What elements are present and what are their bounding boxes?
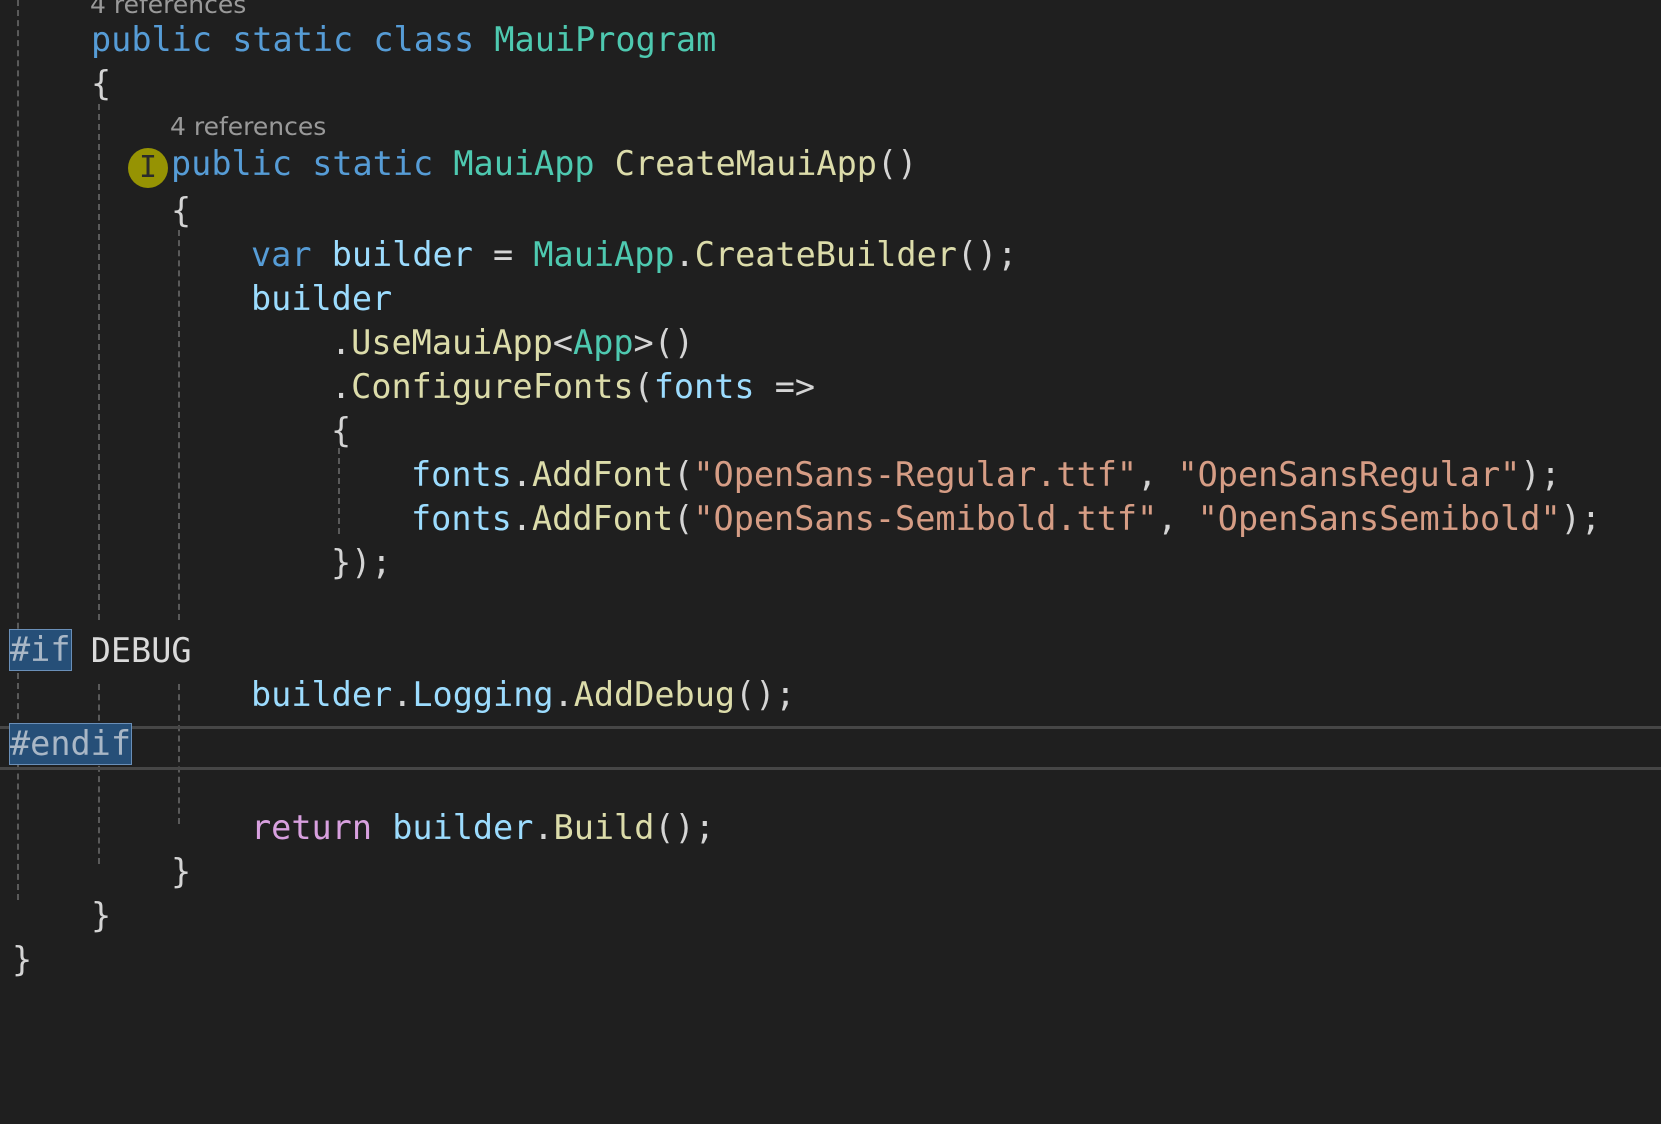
string-literal: "OpenSans-Semibold.ttf" [693, 499, 1158, 538]
code-line-return[interactable]: return builder.Build(); [251, 806, 715, 850]
punctuation: < [552, 323, 574, 362]
code-line-brace[interactable]: } [12, 938, 32, 982]
code-line-brace[interactable]: { [171, 189, 191, 233]
keyword: class [373, 20, 475, 59]
variable: builder [392, 808, 534, 847]
punctuation: ( [673, 455, 694, 494]
dot: . [392, 675, 413, 714]
code-line-brace[interactable]: { [91, 62, 111, 106]
brace: } [171, 852, 192, 891]
punctuation: (); [956, 235, 1018, 274]
indent-guide [178, 230, 180, 620]
method-name: ConfigureFonts [351, 367, 634, 406]
punctuation: (); [654, 808, 715, 847]
parameter: fonts [653, 367, 755, 406]
keyword: public [171, 144, 293, 183]
code-line-class-declaration[interactable]: public static class MauiProgram [91, 18, 716, 62]
keyword: public [91, 20, 213, 59]
variable: fonts [411, 455, 512, 494]
preprocessor-directive-if: #if [9, 629, 72, 671]
code-editor[interactable]: 4 references 4 references public static … [0, 0, 1661, 1124]
method-name: AddDebug [573, 675, 736, 714]
dot: . [511, 499, 533, 538]
return-type: MauiApp [453, 144, 595, 183]
string-literal: "OpenSansRegular" [1177, 455, 1521, 494]
operator: => [754, 367, 816, 406]
dot: . [331, 323, 352, 362]
class-name: MauiProgram [494, 20, 717, 59]
indent-guide [98, 684, 100, 864]
method-name: CreateMauiApp [614, 144, 877, 183]
dot: . [533, 808, 554, 847]
keyword: static [232, 20, 354, 59]
punctuation: }); [331, 543, 392, 582]
brace: { [331, 411, 352, 450]
punctuation: ( [633, 367, 654, 406]
code-line-method-declaration[interactable]: public static MauiApp CreateMauiApp() [171, 142, 917, 186]
code-line-brace[interactable]: } [171, 850, 191, 894]
string-literal: "OpenSansSemibold" [1197, 499, 1561, 538]
code-line-var-builder[interactable]: var builder = MauiApp.CreateBuilder(); [251, 233, 1017, 277]
brace: } [12, 940, 33, 979]
dot: . [331, 367, 352, 406]
punctuation: ); [1560, 499, 1601, 538]
current-line-highlight [0, 726, 1661, 770]
preprocessor-symbol: DEBUG [90, 631, 192, 670]
punctuation: (); [735, 675, 796, 714]
preprocessor-directive-endif: #endif [8, 723, 133, 765]
punctuation: , [1137, 455, 1178, 494]
code-line-builder[interactable]: builder [251, 277, 392, 321]
punctuation: , [1157, 499, 1198, 538]
variable: fonts [411, 499, 512, 538]
variable: builder [251, 279, 393, 318]
dot: . [553, 675, 574, 714]
brace: { [171, 191, 192, 230]
keyword: static [312, 144, 434, 183]
indent-guide [98, 104, 100, 620]
dot: . [674, 235, 695, 274]
code-line-endif[interactable]: #endif [8, 723, 133, 767]
method-references-codelens[interactable]: 4 references [170, 112, 326, 142]
keyword: var [251, 235, 312, 274]
code-line-add-debug[interactable]: builder.Logging.AddDebug(); [251, 673, 796, 717]
method-name: CreateBuilder [694, 235, 957, 274]
code-line-add-font-semibold[interactable]: fonts.AddFont("OpenSans-Semibold.ttf", "… [411, 497, 1601, 541]
control-keyword: return [251, 808, 373, 847]
ibeam-cursor-icon: I [139, 150, 158, 185]
code-line-brace[interactable]: } [91, 894, 111, 938]
method-name: AddFont [532, 499, 674, 538]
brace: } [91, 896, 112, 935]
property-name: Logging [412, 675, 554, 714]
code-line-use-maui-app[interactable]: .UseMauiApp<App>() [331, 321, 694, 365]
code-line-add-font-regular[interactable]: fonts.AddFont("OpenSans-Regular.ttf", "O… [411, 453, 1561, 497]
punctuation: ); [1520, 455, 1561, 494]
parens: () [876, 144, 918, 183]
brace: { [91, 64, 112, 103]
class-references-codelens[interactable]: 4 references [90, 0, 246, 20]
method-name: UseMauiApp [351, 323, 553, 362]
code-line-configure-fonts[interactable]: .ConfigureFonts(fonts => [331, 365, 815, 409]
punctuation: >() [633, 323, 695, 362]
operator: = [472, 235, 534, 274]
indent-guide [338, 448, 340, 534]
punctuation: ( [673, 499, 694, 538]
method-name: AddFont [532, 455, 674, 494]
code-line-brace[interactable]: { [331, 409, 351, 453]
code-line-if-debug[interactable]: #if DEBUG [9, 629, 192, 673]
type-name: MauiApp [533, 235, 675, 274]
variable: builder [251, 675, 393, 714]
type-name: App [573, 323, 634, 362]
method-name: Build [553, 808, 655, 847]
code-line-close-lambda[interactable]: }); [331, 541, 392, 585]
dot: . [511, 455, 533, 494]
variable: builder [331, 235, 473, 274]
string-literal: "OpenSans-Regular.ttf" [693, 455, 1138, 494]
